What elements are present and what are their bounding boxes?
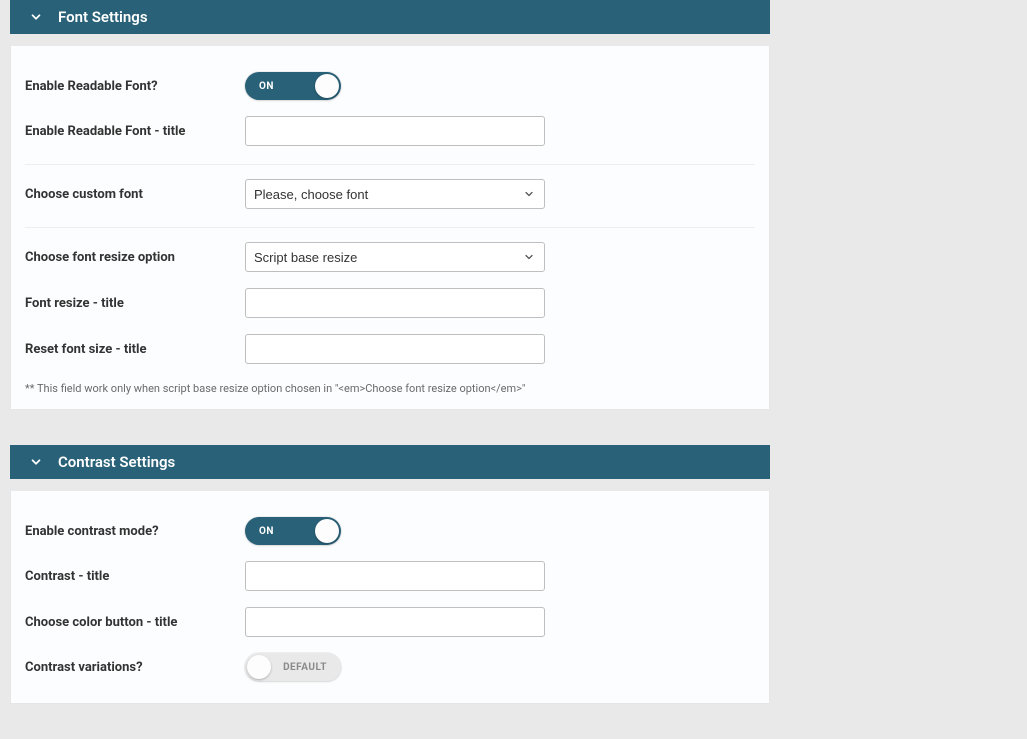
- contrast-variations-label: Contrast variations?: [25, 660, 245, 675]
- contrast-settings-body: Enable contrast mode? ON Contrast - titl…: [10, 491, 770, 704]
- font-settings-footnote: ** This field work only when script base…: [25, 382, 755, 395]
- choose-color-button-title-input[interactable]: [245, 607, 545, 637]
- contrast-variations-toggle[interactable]: DEFAULT: [245, 653, 341, 681]
- font-settings-title: Font Settings: [58, 8, 148, 26]
- enable-readable-font-title-label: Enable Readable Font - title: [25, 124, 245, 139]
- enable-readable-font-title-input[interactable]: [245, 116, 545, 146]
- contrast-settings-title: Contrast Settings: [58, 453, 175, 471]
- enable-contrast-mode-label: Enable contrast mode?: [25, 524, 245, 539]
- reset-font-size-title-input[interactable]: [245, 334, 545, 364]
- toggle-knob: [315, 519, 339, 543]
- choose-color-button-title-label: Choose color button - title: [25, 615, 245, 630]
- enable-contrast-mode-toggle[interactable]: ON: [245, 517, 341, 545]
- chevron-down-icon: [28, 9, 44, 25]
- reset-font-size-title-label: Reset font size - title: [25, 342, 245, 357]
- contrast-settings-header[interactable]: Contrast Settings: [10, 445, 770, 479]
- contrast-title-input[interactable]: [245, 561, 545, 591]
- enable-readable-font-toggle[interactable]: ON: [245, 72, 341, 100]
- font-settings-header[interactable]: Font Settings: [10, 0, 770, 34]
- font-settings-body: Enable Readable Font? ON Enable Readable…: [10, 46, 770, 410]
- choose-font-resize-option-select[interactable]: Script base resize: [245, 242, 545, 272]
- toggle-knob: [315, 74, 339, 98]
- font-resize-title-input[interactable]: [245, 288, 545, 318]
- font-resize-title-label: Font resize - title: [25, 296, 245, 311]
- toggle-knob: [247, 655, 271, 679]
- contrast-title-label: Contrast - title: [25, 569, 245, 584]
- font-settings-panel: Font Settings Enable Readable Font? ON E…: [10, 0, 770, 410]
- toggle-default-text: DEFAULT: [283, 662, 327, 673]
- toggle-on-text: ON: [259, 526, 274, 537]
- enable-readable-font-label: Enable Readable Font?: [25, 79, 245, 94]
- toggle-on-text: ON: [259, 81, 274, 92]
- choose-custom-font-label: Choose custom font: [25, 187, 245, 202]
- chevron-down-icon: [28, 454, 44, 470]
- choose-font-resize-option-label: Choose font resize option: [25, 250, 245, 265]
- contrast-settings-panel: Contrast Settings Enable contrast mode? …: [10, 445, 770, 704]
- choose-custom-font-select[interactable]: Please, choose font: [245, 179, 545, 209]
